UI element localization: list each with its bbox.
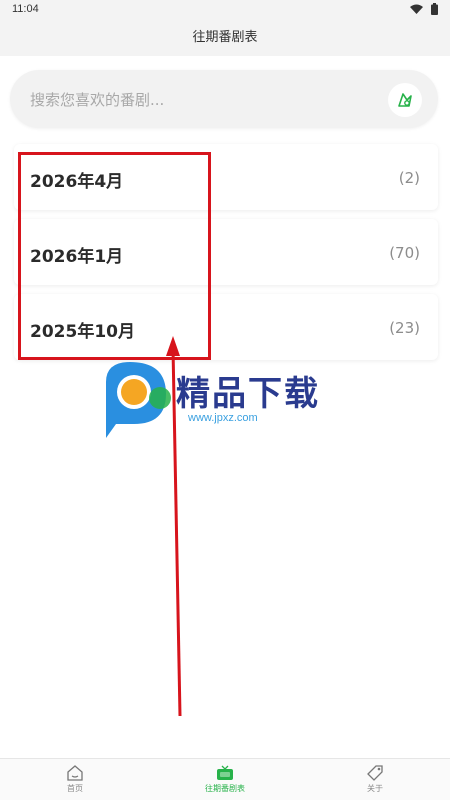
nav-home[interactable]: 首页: [0, 759, 150, 800]
nav-label: 往期番剧表: [205, 784, 245, 793]
bottom-nav: 首页 往期番剧表 关于: [0, 758, 450, 800]
tag-icon: [367, 765, 383, 781]
annotation-arrow: [166, 336, 182, 717]
nav-about[interactable]: 关于: [300, 759, 450, 800]
nav-label: 首页: [67, 784, 83, 793]
tv-icon: [217, 765, 233, 780]
nav-seasons[interactable]: 往期番剧表: [150, 759, 300, 800]
home-icon: [67, 765, 83, 781]
nav-label: 关于: [367, 784, 383, 793]
